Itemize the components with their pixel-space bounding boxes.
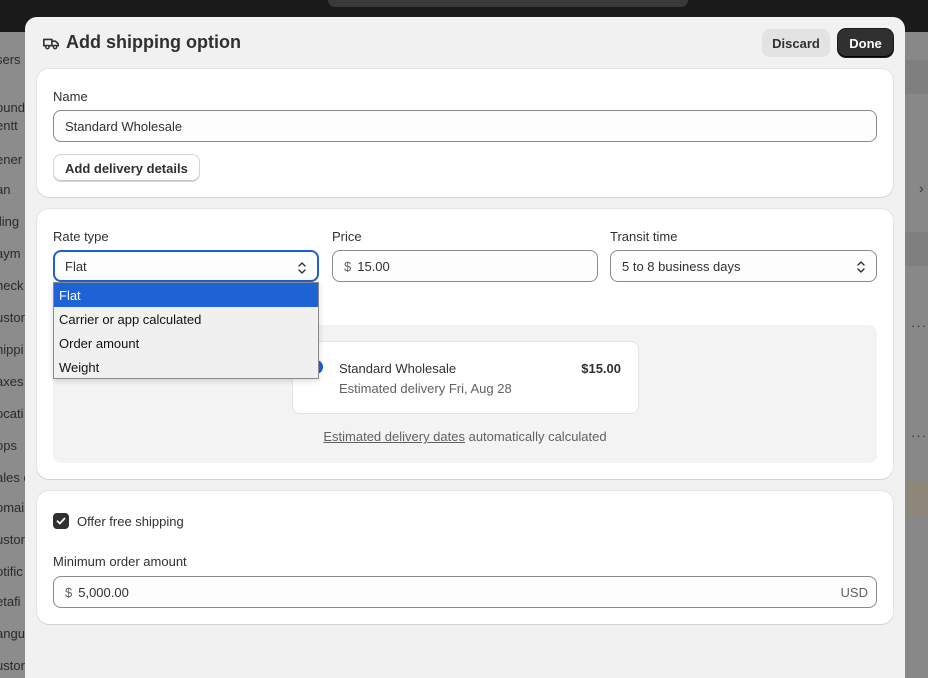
price-value: 15.00: [357, 258, 390, 274]
name-input[interactable]: Standard Wholesale: [53, 110, 877, 142]
free-shipping-card: Offer free shipping Minimum order amount…: [37, 491, 893, 624]
truck-icon: [42, 38, 60, 49]
modal-title: Add shipping option: [42, 32, 241, 53]
name-label: Name: [53, 89, 88, 104]
modal-title-text: Add shipping option: [66, 32, 241, 52]
select-arrows-icon: [298, 262, 306, 274]
preview-rate-card: Standard Wholesale Estimated delivery Fr…: [292, 341, 639, 414]
rate-type-label: Rate type: [53, 229, 109, 244]
right-edge-row: [905, 60, 928, 94]
rate-type-option-carrier[interactable]: Carrier or app calculated: [54, 307, 318, 331]
preview-estimated-delivery: Estimated delivery Fri, Aug 28: [339, 381, 512, 396]
right-edge-row: [905, 232, 928, 266]
preview-footer: Estimated delivery dates automatically c…: [53, 429, 877, 444]
preview-footer-text: automatically calculated: [464, 429, 607, 444]
right-edge-row: [905, 482, 928, 516]
min-order-value: 5,000.00: [78, 584, 129, 600]
preview-rate-name: Standard Wholesale: [339, 361, 457, 376]
discard-button[interactable]: Discard: [762, 29, 830, 57]
admin-search-bar: [328, 0, 688, 7]
name-card: Name Standard Wholesale Add delivery det…: [37, 69, 893, 197]
rate-type-option-flat[interactable]: Flat: [54, 283, 318, 307]
chevron-right-icon: ›: [919, 180, 924, 196]
add-delivery-details-button[interactable]: Add delivery details: [53, 154, 200, 182]
price-currency-prefix: $: [344, 258, 352, 274]
preview-rate-price: $15.00: [581, 361, 621, 376]
rate-type-option-order-amount[interactable]: Order amount: [54, 331, 318, 355]
checkmark-icon: [56, 517, 66, 525]
price-label: Price: [332, 229, 362, 244]
admin-page-right-edge: › ··· ···: [905, 32, 928, 678]
offer-free-shipping-label[interactable]: Offer free shipping: [77, 514, 184, 529]
more-icon: ···: [911, 318, 927, 333]
name-input-value: Standard Wholesale: [65, 118, 183, 134]
rate-type-value: Flat: [65, 258, 87, 274]
minimum-order-amount-label: Minimum order amount: [53, 554, 187, 569]
transit-time-label: Transit time: [610, 229, 678, 244]
min-order-currency-suffix: USD: [840, 584, 868, 600]
modal-header: Add shipping option Discard Done: [25, 17, 905, 69]
rate-type-select[interactable]: Flat: [53, 250, 319, 282]
minimum-order-amount-input[interactable]: $ 5,000.00 USD: [53, 576, 877, 608]
offer-free-shipping-checkbox[interactable]: [53, 513, 69, 529]
min-order-currency-prefix: $: [65, 584, 73, 600]
more-icon: ···: [911, 428, 927, 443]
done-button[interactable]: Done: [838, 29, 893, 57]
rate-type-option-weight[interactable]: Weight: [54, 355, 318, 379]
select-arrows-icon: [857, 261, 865, 273]
estimated-delivery-dates-link[interactable]: Estimated delivery dates: [323, 429, 465, 444]
transit-time-select[interactable]: 5 to 8 business days: [610, 250, 877, 282]
rate-type-dropdown-list: Flat Carrier or app calculated Order amo…: [53, 282, 319, 379]
price-input[interactable]: $ 15.00: [332, 250, 598, 282]
transit-time-value: 5 to 8 business days: [622, 258, 741, 274]
